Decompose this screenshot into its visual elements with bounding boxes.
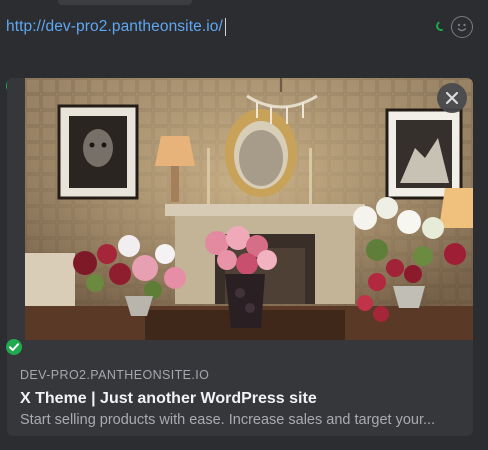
check-icon bbox=[6, 339, 22, 355]
url-text[interactable]: http://dev-pro2.pantheonsite.io/ bbox=[6, 18, 223, 36]
link-domain[interactable]: DEV-PRO2.PANTHEONSITE.IO bbox=[20, 368, 460, 382]
close-icon[interactable] bbox=[437, 83, 467, 113]
text-caret bbox=[224, 18, 226, 36]
link-preview-meta: DEV-PRO2.PANTHEONSITE.IO X Theme | Just … bbox=[20, 368, 460, 428]
link-preview-card[interactable]: DEV-PRO2.PANTHEONSITE.IO X Theme | Just … bbox=[7, 78, 473, 436]
message-input[interactable]: http://dev-pro2.pantheonsite.io/ bbox=[6, 17, 226, 37]
message-composer: http://dev-pro2.pantheonsite.io/ DEV-PRO… bbox=[0, 0, 488, 450]
composer-top-tab bbox=[58, 0, 192, 5]
link-description: Start selling products with ease. Increa… bbox=[20, 412, 436, 428]
loading-spinner-icon bbox=[434, 19, 448, 33]
link-title[interactable]: X Theme | Just another WordPress site bbox=[20, 390, 460, 408]
link-preview-image[interactable] bbox=[25, 78, 473, 340]
smiley-face-icon[interactable] bbox=[451, 16, 473, 38]
